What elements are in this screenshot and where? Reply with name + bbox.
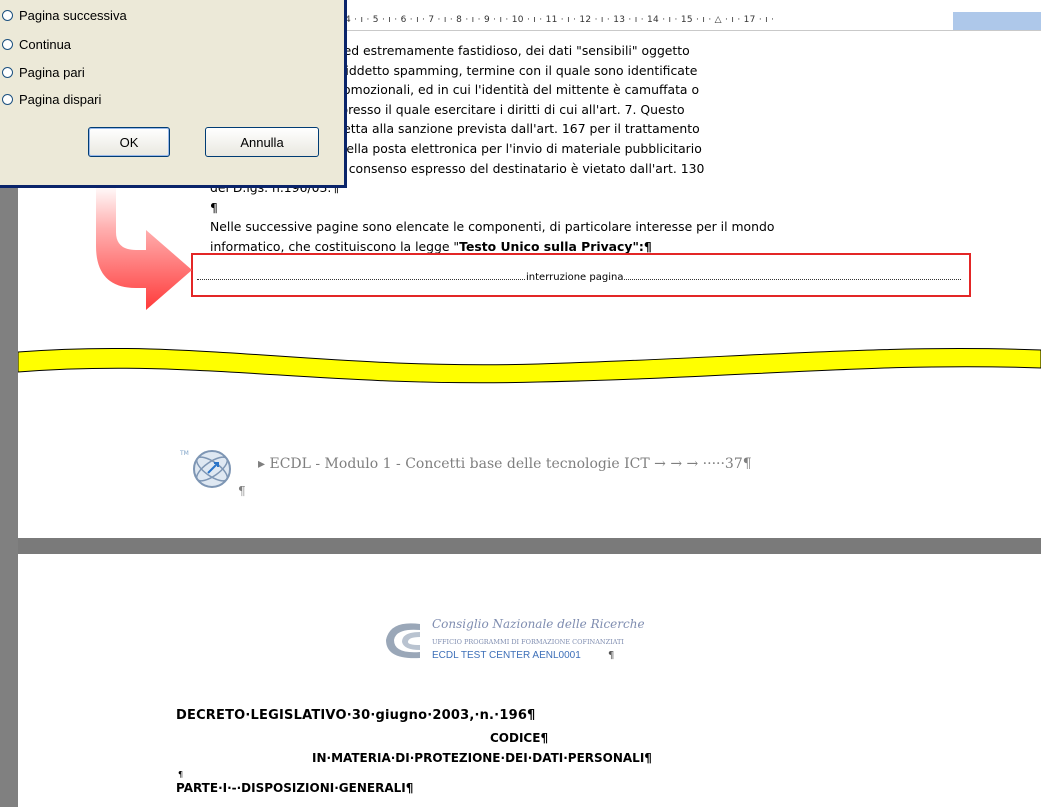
text-line: Nelle successive pagine sono elencate le… xyxy=(210,219,775,235)
ecdl-logo-tm: TM xyxy=(179,450,189,457)
decreto-heading: DECRETO·LEGISLATIVO·30·giugno·2003,·n.·1… xyxy=(176,708,536,723)
option-odd-page-label: Pagina dispari xyxy=(19,91,102,107)
radio-button[interactable] xyxy=(2,93,13,105)
materia-heading: IN·MATERIA·DI·PROTEZIONE·DEI·DATI·PERSON… xyxy=(312,751,652,765)
document-page-2 xyxy=(18,554,1041,807)
paragraph-mark-line: ¶ xyxy=(210,199,218,215)
cnr-logo-icon xyxy=(386,623,420,659)
option-continuous[interactable]: Continua xyxy=(2,35,71,53)
ecdl-logo-icon: TM xyxy=(179,450,231,488)
page-footer-text: ▸ ECDL - Modulo 1 - Concetti base delle … xyxy=(258,456,752,472)
cnr-title: Consiglio Nazionale delle Ricerche xyxy=(432,617,645,631)
horizontal-ruler[interactable]: 4 · ı · 5 · ı · 6 · ı · 7 · ı · 8 · ı · … xyxy=(345,12,1041,31)
paragraph-mark: ¶ xyxy=(178,770,184,779)
word-document-window: 4 · ı · 5 · ı · 6 · ı · 7 · ı · 8 · ı · … xyxy=(0,0,1041,807)
last-line-normal: informatico, che costituiscono la legge … xyxy=(210,238,460,254)
option-even-page[interactable]: Pagina pari xyxy=(2,63,85,81)
option-even-page-label: Pagina pari xyxy=(19,64,85,80)
radio-button[interactable] xyxy=(2,9,13,21)
option-continuous-label: Continua xyxy=(19,36,72,52)
ok-button[interactable]: OK xyxy=(88,127,170,157)
ecdl-test-center: ECDL TEST CENTER AENL0001 xyxy=(432,650,581,661)
footer-pilcrow: ¶ xyxy=(238,484,246,498)
cnr-subtitle: UFFICIO PROGRAMMI DI FORMAZIONE COFINANZ… xyxy=(432,638,624,646)
page-break-highlight-box: interruzione pagina xyxy=(191,253,971,297)
red-curved-arrow-icon xyxy=(96,184,192,310)
codice-heading: CODICE¶ xyxy=(490,731,549,745)
break-type-dialog: Pagina successiva Continua Pagina pari P… xyxy=(0,0,347,188)
option-odd-page[interactable]: Pagina dispari xyxy=(2,90,101,108)
page-separator-bar xyxy=(18,538,1041,554)
page-break-label: interruzione pagina xyxy=(525,272,625,283)
radio-button[interactable] xyxy=(2,38,13,50)
radio-button[interactable] xyxy=(2,66,13,78)
last-line-bold: Testo Unico sulla Privacy":¶ xyxy=(459,238,652,254)
option-next-page[interactable]: Pagina successiva xyxy=(2,6,127,24)
page-separator-wave xyxy=(18,347,1041,384)
cancel-button[interactable]: Annulla xyxy=(205,127,319,157)
parte-heading: PARTE·I·-·DISPOSIZIONI·GENERALI¶ xyxy=(176,781,414,795)
option-next-page-label: Pagina successiva xyxy=(19,7,127,23)
ruler-ticks: 4 · ı · 5 · ı · 6 · ı · 7 · ı · 8 · ı · … xyxy=(345,15,775,25)
cnr-pilcrow: ¶ xyxy=(608,650,615,661)
